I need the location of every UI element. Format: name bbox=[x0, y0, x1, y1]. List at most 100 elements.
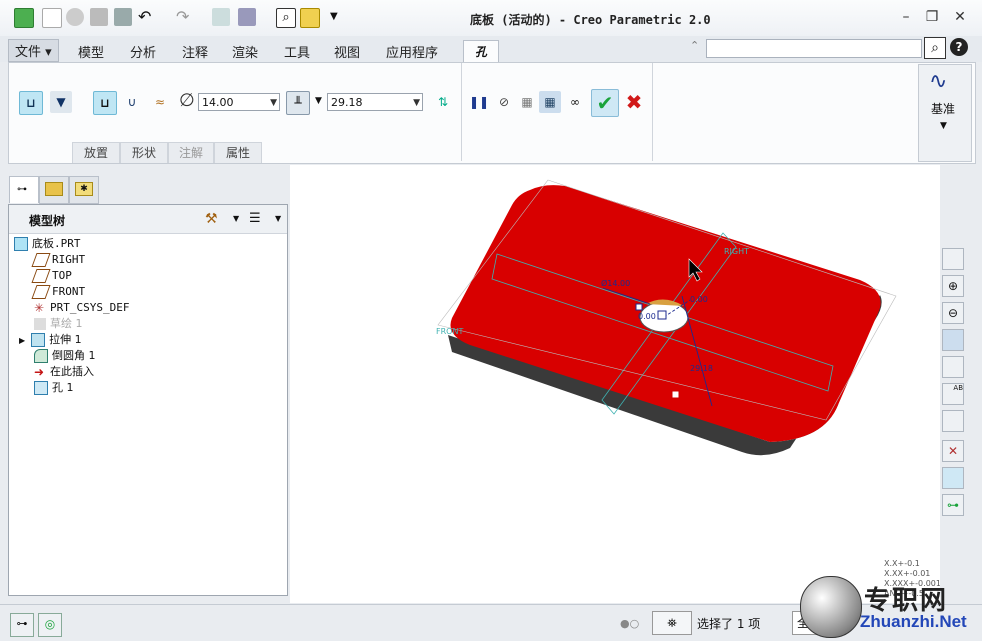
tree-settings-icon[interactable]: ⚒ bbox=[205, 211, 218, 227]
subtab-annotation[interactable]: 注解 bbox=[168, 142, 214, 163]
saved-orientations-icon[interactable]: AB bbox=[942, 383, 964, 405]
pause-icon[interactable]: ❚❚ bbox=[468, 91, 490, 113]
undo-icon[interactable]: ↶ bbox=[138, 8, 156, 26]
repaint-icon[interactable] bbox=[942, 329, 964, 351]
tab-folder-browser[interactable] bbox=[39, 176, 69, 204]
ribbon-separator bbox=[461, 63, 462, 161]
redo-icon[interactable]: ↷ bbox=[176, 8, 194, 26]
expand-arrow-icon[interactable]: ▶ bbox=[19, 336, 25, 345]
regenerate-icon[interactable] bbox=[212, 8, 230, 26]
tab-view[interactable]: 视图 bbox=[334, 42, 360, 61]
predefined-profile-icon[interactable]: ⊔ bbox=[93, 91, 117, 115]
zoom-in-icon[interactable]: ⊕ bbox=[942, 275, 964, 297]
datum-group[interactable]: ∿ 基准 ▼ bbox=[918, 64, 972, 162]
tree-item-label: 孔 1 bbox=[52, 381, 74, 394]
diameter-value: 14.00 bbox=[202, 96, 234, 109]
save-icon[interactable] bbox=[114, 8, 132, 26]
close-window-icon[interactable] bbox=[300, 8, 320, 28]
tree-item-right[interactable]: RIGHT bbox=[31, 252, 85, 268]
search-input[interactable] bbox=[706, 39, 922, 58]
ok-check-icon[interactable]: ✔ bbox=[591, 89, 619, 117]
tab-annotate[interactable]: 注释 bbox=[182, 42, 208, 61]
tree-item-sketch[interactable]: 草绘 1 bbox=[34, 316, 83, 332]
spin-center-icon[interactable]: ⊶ bbox=[942, 494, 964, 516]
depth-handle[interactable] bbox=[671, 390, 680, 399]
tab-file[interactable]: 文件 ▾ bbox=[8, 39, 59, 62]
simple-hole-icon[interactable]: ⊔ bbox=[19, 91, 43, 115]
depth-option-icon[interactable]: ╨ bbox=[286, 91, 310, 115]
tree-item-insert-here[interactable]: ➜ 在此插入 bbox=[34, 364, 94, 380]
datum-label-front: FRONT bbox=[436, 327, 463, 336]
favorites-icon: ✱ bbox=[75, 182, 93, 196]
tree-item-top[interactable]: TOP bbox=[31, 268, 72, 284]
tree-show-icon[interactable]: ☰ bbox=[249, 211, 261, 226]
center-handle[interactable] bbox=[657, 310, 667, 320]
dim-offset-1[interactable]: 0.00 bbox=[690, 295, 708, 304]
new-file-icon[interactable] bbox=[42, 8, 62, 28]
close-button[interactable]: ✕ bbox=[950, 8, 970, 26]
open-icon[interactable] bbox=[66, 8, 84, 26]
tolerance-line-2: X.XX+-0.01 bbox=[884, 569, 930, 578]
subtab-placement[interactable]: 放置 bbox=[72, 142, 120, 163]
restore-button[interactable]: ❐ bbox=[922, 8, 942, 26]
minimize-button[interactable]: – bbox=[896, 8, 916, 26]
help-icon[interactable]: ? bbox=[950, 38, 968, 56]
insert-arrow-icon: ➜ bbox=[34, 365, 45, 379]
dim-offset-2[interactable]: 0.00 bbox=[638, 312, 656, 321]
window-switch-icon[interactable] bbox=[238, 8, 256, 26]
annotation-display-icon[interactable] bbox=[942, 467, 964, 489]
open-folder-icon[interactable] bbox=[90, 8, 108, 26]
refit-icon[interactable] bbox=[942, 248, 964, 270]
dim-diameter[interactable]: Ø14.00 bbox=[601, 278, 630, 288]
zoom-out-icon[interactable]: ⊖ bbox=[942, 302, 964, 324]
subtab-properties[interactable]: 属性 bbox=[214, 142, 262, 163]
search-icon[interactable]: ⌕ bbox=[924, 37, 946, 59]
tab-render[interactable]: 渲染 bbox=[232, 42, 258, 61]
cancel-x-icon[interactable]: ✖ bbox=[623, 91, 645, 113]
tree-item-extrude[interactable]: ▶ 拉伸 1 bbox=[19, 332, 82, 348]
tab-applications[interactable]: 应用程序 bbox=[386, 42, 438, 61]
sketch-profile-icon[interactable]: ≈ bbox=[149, 91, 171, 113]
tree-item-part[interactable]: 底板.PRT bbox=[14, 236, 81, 252]
tab-analysis[interactable]: 分析 bbox=[130, 42, 156, 61]
no-preview-icon[interactable]: ⊘ bbox=[493, 91, 515, 113]
tree-settings-dropdown-icon[interactable]: ▼ bbox=[233, 214, 239, 223]
customize-toolbar-icon[interactable]: ▼ bbox=[330, 8, 348, 26]
display-style-icon[interactable] bbox=[942, 356, 964, 378]
tab-model[interactable]: 模型 bbox=[78, 42, 104, 61]
tree-item-hole[interactable]: 孔 1 bbox=[34, 380, 74, 396]
dim-depth[interactable]: 29.18 bbox=[690, 364, 713, 373]
search-tool-icon[interactable]: ⌕ bbox=[276, 8, 296, 28]
depth-field[interactable]: 29.18 ▼ bbox=[327, 93, 423, 111]
standard-profile-icon[interactable]: ∪ bbox=[121, 91, 143, 113]
flip-depth-icon[interactable]: ⇅ bbox=[432, 91, 454, 113]
subtab-shape[interactable]: 形状 bbox=[120, 142, 168, 163]
attached-preview-icon[interactable]: ▦ bbox=[539, 91, 561, 113]
tab-hole[interactable]: 孔 bbox=[463, 40, 499, 63]
collapse-ribbon-icon[interactable]: ⌃ bbox=[690, 39, 699, 52]
progress-indicator-icon: ●○ bbox=[620, 617, 640, 630]
datum-plane-icon bbox=[31, 269, 51, 283]
diameter-field[interactable]: 14.00 ▼ bbox=[198, 93, 280, 111]
ribbon-separator bbox=[652, 63, 653, 161]
tree-item-round[interactable]: 倒圆角 1 bbox=[34, 348, 96, 364]
tree-item-csys[interactable]: ✳ PRT_CSYS_DEF bbox=[34, 300, 129, 316]
browser-toggle-icon[interactable]: ◎ bbox=[38, 613, 62, 637]
graphics-viewport[interactable]: RIGHT FRONT Ø14.00 0.00 0.00 29.18 X.X+-… bbox=[290, 165, 940, 603]
csys-display-icon[interactable]: ✕ bbox=[942, 440, 964, 462]
tab-model-tree[interactable]: ⊶ bbox=[9, 176, 39, 203]
find-binoculars-icon[interactable]: ⛯ bbox=[652, 611, 692, 635]
csys-icon: ✳ bbox=[34, 301, 45, 315]
tree-item-front[interactable]: FRONT bbox=[31, 284, 85, 300]
verify-glasses-icon[interactable]: ∞ bbox=[564, 91, 586, 113]
tab-favorites[interactable]: ✱ bbox=[69, 176, 99, 204]
standard-hole-icon[interactable]: ▼ bbox=[50, 91, 72, 113]
view-manager-icon[interactable] bbox=[942, 410, 964, 432]
tab-tools[interactable]: 工具 bbox=[284, 42, 310, 61]
navigator-toggle-icon[interactable]: ⊶ bbox=[10, 613, 34, 637]
depth-option-dropdown-icon[interactable]: ▼ bbox=[315, 96, 322, 106]
diameter-handle[interactable] bbox=[635, 303, 643, 311]
tree-show-dropdown-icon[interactable]: ▼ bbox=[275, 214, 281, 223]
tree-item-label: 拉伸 1 bbox=[49, 333, 82, 346]
preview-icon[interactable]: ▦ bbox=[516, 91, 538, 113]
